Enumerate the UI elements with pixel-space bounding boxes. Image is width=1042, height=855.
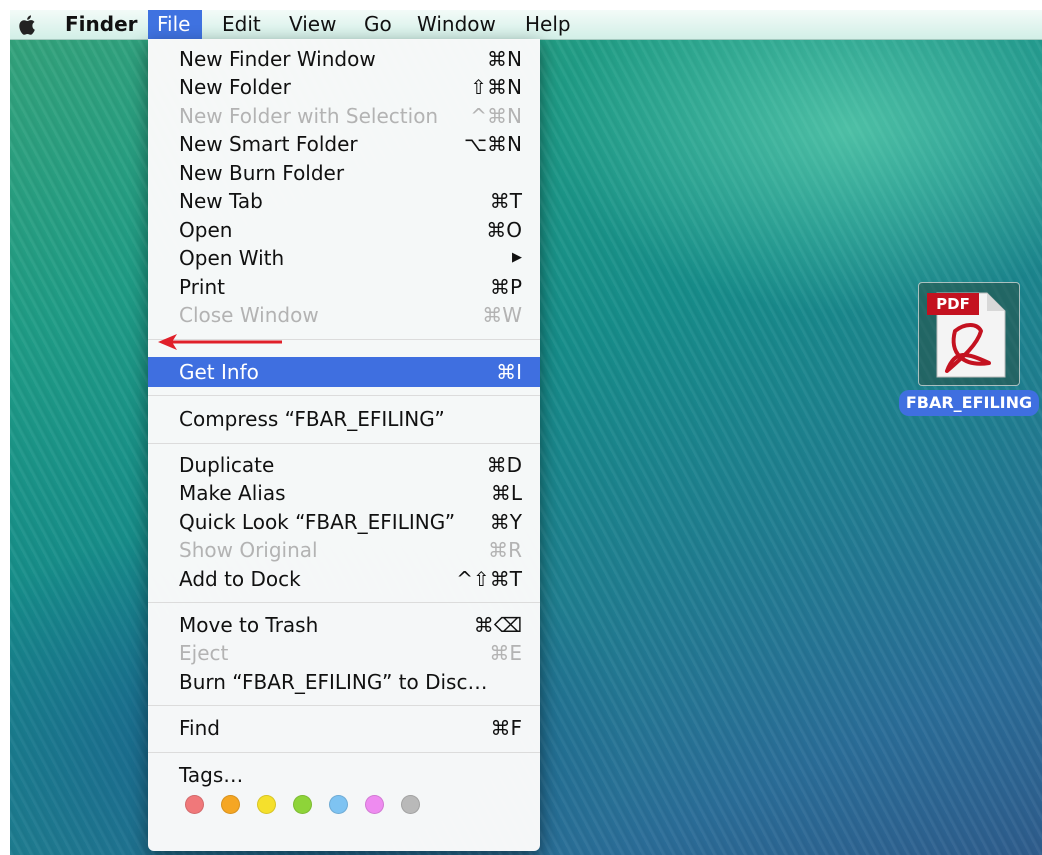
menu-item-label: New Folder with Selection	[179, 104, 439, 128]
menu-item-make-alias[interactable]: Make Alias ⌘L	[148, 479, 540, 507]
menu-item-open-with[interactable]: Open With ▶	[148, 244, 540, 272]
pdf-file-icon[interactable]: PDF	[918, 282, 1020, 386]
menubar-file[interactable]: File	[148, 10, 202, 39]
menu-item-label: Get Info	[179, 360, 259, 384]
menu-item-quick-look[interactable]: Quick Look “FBAR_EFILING” ⌘Y	[148, 508, 540, 536]
menu-item-shortcut: ⇧⌘N	[470, 75, 522, 99]
tag-blue[interactable]	[329, 795, 348, 814]
menu-item-shortcut: ^⌘N	[470, 104, 522, 128]
menu-separator	[148, 602, 540, 603]
file-name-label[interactable]: FBAR_EFILING	[899, 390, 1039, 416]
menu-item-new-tab[interactable]: New Tab ⌘T	[148, 187, 540, 215]
menu-separator	[148, 705, 540, 706]
menu-item-shortcut: ⌘F	[490, 716, 522, 740]
menu-separator	[148, 395, 540, 396]
menubar-help[interactable]: Help	[516, 10, 580, 39]
file-menu-dropdown: New Finder Window ⌘N New Folder ⇧⌘N New Fo…	[148, 39, 540, 851]
menu-item-label: Tags…	[179, 763, 244, 787]
tag-orange[interactable]	[221, 795, 240, 814]
menu-item-shortcut: ⌥⌘N	[463, 132, 522, 156]
menu-item-move-to-trash[interactable]: Move to Trash ⌘⌫	[148, 611, 540, 639]
menu-item-label: Print	[179, 275, 226, 299]
menu-item-label: New Finder Window	[179, 47, 376, 71]
menubar-window[interactable]: Window	[408, 10, 505, 39]
annotation-arrow-icon	[158, 334, 282, 350]
menu-item-add-to-dock[interactable]: Add to Dock ^⇧⌘T	[148, 565, 540, 593]
menubar-edit[interactable]: Edit	[213, 10, 270, 39]
menu-item-new-folder-with-selection: New Folder with Selection ^⌘N	[148, 102, 540, 130]
menu-item-shortcut: ^⇧⌘T	[456, 567, 522, 591]
menu-item-print[interactable]: Print ⌘P	[148, 273, 540, 301]
apple-menu-icon[interactable]	[16, 13, 40, 37]
menu-item-label: Show Original	[179, 538, 318, 562]
menu-item-new-burn-folder[interactable]: New Burn Folder	[148, 159, 540, 187]
menu-item-shortcut: ⌘W	[482, 303, 522, 327]
menu-item-label: Burn “FBAR_EFILING” to Disc…	[179, 670, 488, 694]
menu-item-tags[interactable]: Tags…	[148, 761, 540, 789]
desktop: Finder File Edit View Go Window Help New…	[10, 10, 1042, 855]
menu-item-find[interactable]: Find ⌘F	[148, 714, 540, 742]
tag-purple[interactable]	[365, 795, 384, 814]
menu-item-label: Quick Look “FBAR_EFILING”	[179, 510, 456, 534]
menubar-go[interactable]: Go	[355, 10, 401, 39]
menu-item-close-window: Close Window ⌘W	[148, 301, 540, 329]
menu-item-label: Duplicate	[179, 453, 275, 477]
menu-item-label: Make Alias	[179, 481, 286, 505]
menu-item-shortcut: ⌘L	[490, 481, 522, 505]
tag-red[interactable]	[185, 795, 204, 814]
menu-item-shortcut: ⌘T	[489, 189, 522, 213]
menu-item-get-info[interactable]: Get Info ⌘I	[148, 357, 540, 387]
menu-item-label: New Burn Folder	[179, 161, 345, 185]
tag-yellow[interactable]	[257, 795, 276, 814]
menubar-finder[interactable]: Finder	[56, 10, 147, 39]
menu-item-label: Open With	[179, 246, 285, 270]
menu-item-label: Move to Trash	[179, 613, 319, 637]
menubar-view[interactable]: View	[280, 10, 345, 39]
tag-gray[interactable]	[401, 795, 420, 814]
tag-green[interactable]	[293, 795, 312, 814]
menu-item-label: New Folder	[179, 75, 291, 99]
menu-item-new-finder-window[interactable]: New Finder Window ⌘N	[148, 45, 540, 73]
menu-item-shortcut: ⌘Y	[489, 510, 522, 534]
menu-item-open[interactable]: Open ⌘O	[148, 216, 540, 244]
menu-item-shortcut: ⌘N	[487, 47, 522, 71]
menu-item-compress[interactable]: Compress “FBAR_EFILING”	[148, 405, 540, 433]
menu-item-new-smart-folder[interactable]: New Smart Folder ⌥⌘N	[148, 130, 540, 158]
menu-item-label: Compress “FBAR_EFILING”	[179, 407, 445, 431]
menu-item-shortcut: ⌘P	[489, 275, 522, 299]
menu-item-shortcut: ⌘R	[488, 538, 522, 562]
menu-item-label: Open	[179, 218, 233, 242]
menu-item-new-folder[interactable]: New Folder ⇧⌘N	[148, 73, 540, 101]
menu-bar: Finder File Edit View Go Window Help	[10, 10, 1042, 40]
menu-item-burn-to-disc[interactable]: Burn “FBAR_EFILING” to Disc…	[148, 668, 540, 696]
menu-item-label: New Smart Folder	[179, 132, 358, 156]
menu-separator	[148, 443, 540, 444]
menu-item-label: New Tab	[179, 189, 263, 213]
menu-item-shortcut: ⌘D	[486, 453, 522, 477]
menu-item-shortcut: ⌘E	[489, 641, 522, 665]
pdf-badge-label: PDF	[936, 295, 970, 313]
menu-item-duplicate[interactable]: Duplicate ⌘D	[148, 451, 540, 479]
menu-separator	[148, 752, 540, 753]
menu-item-eject: Eject ⌘E	[148, 639, 540, 667]
menu-item-shortcut: ⌘O	[486, 218, 522, 242]
menu-item-label: Find	[179, 716, 220, 740]
submenu-arrow-icon: ▶	[512, 250, 522, 265]
menu-item-label: Close Window	[179, 303, 319, 327]
menu-item-show-original: Show Original ⌘R	[148, 536, 540, 564]
menu-item-shortcut: ⌘I	[496, 360, 522, 384]
menu-item-label: Add to Dock	[179, 567, 301, 591]
menu-item-shortcut: ⌘⌫	[473, 613, 522, 637]
menu-item-label: Eject	[179, 641, 229, 665]
